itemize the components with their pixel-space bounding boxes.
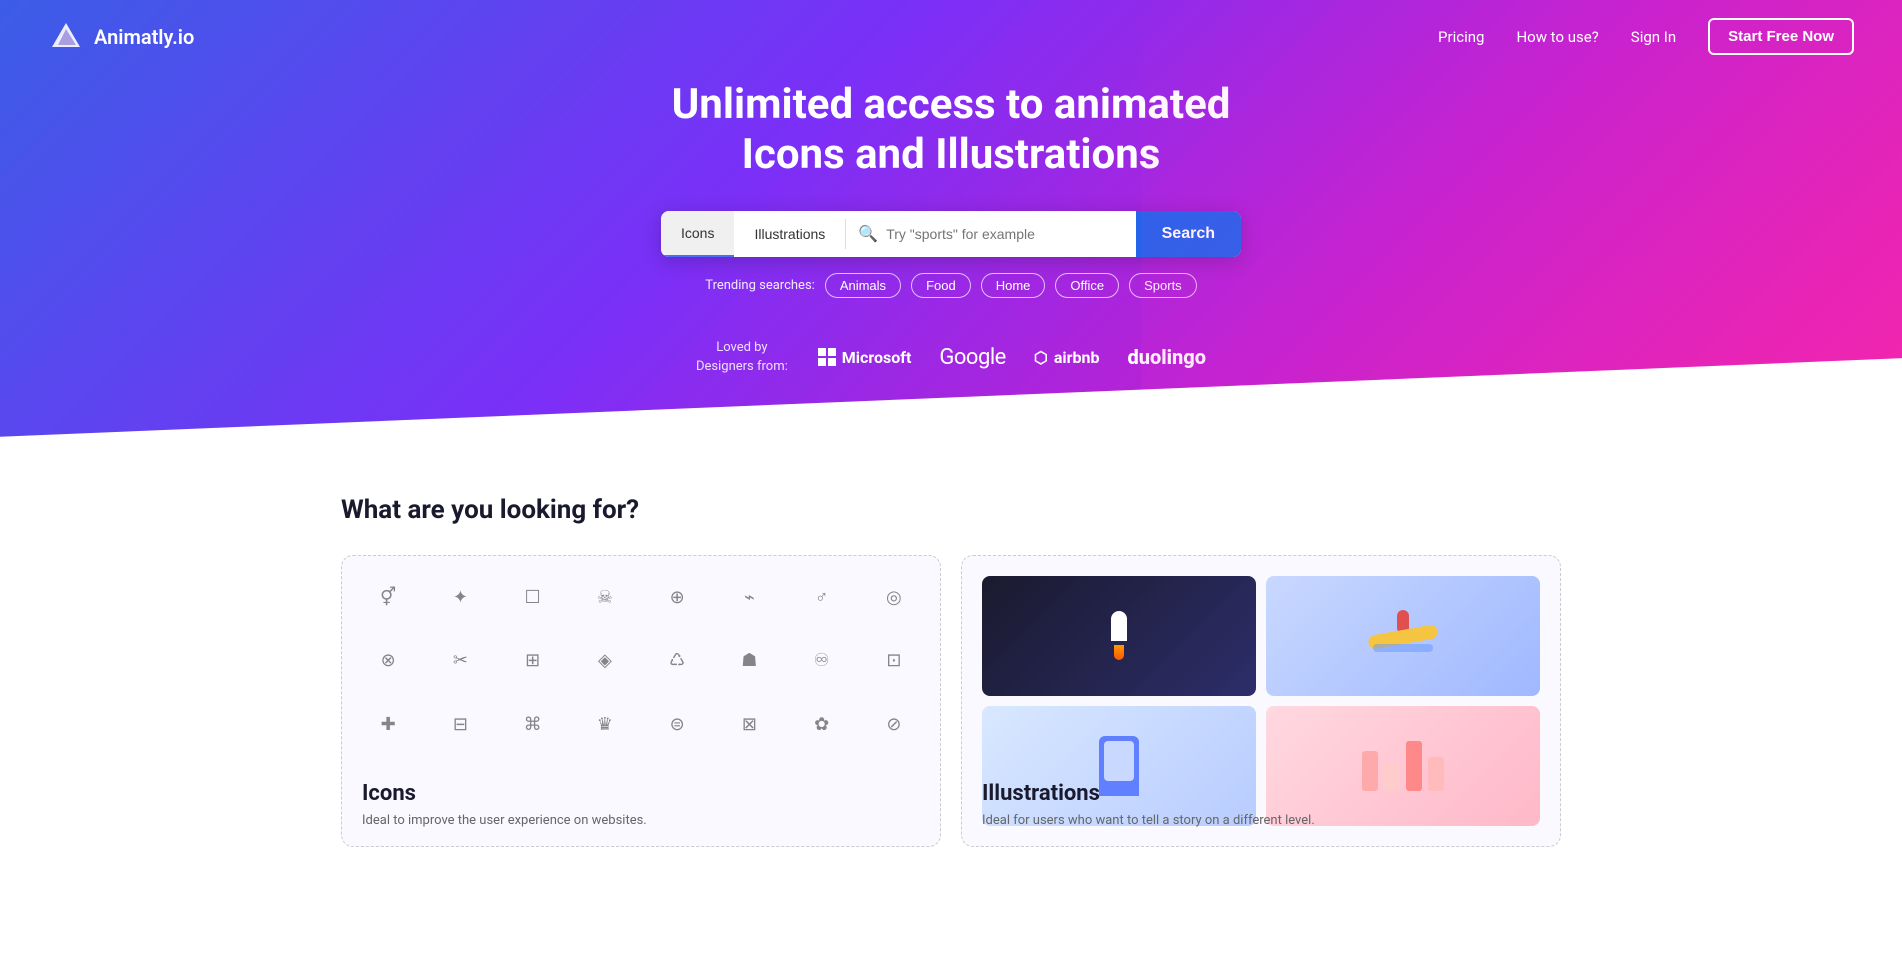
- wave: [1373, 644, 1433, 652]
- icon-item: ⊟: [453, 714, 468, 735]
- icon-item: ♾: [814, 650, 830, 671]
- shopping-illustration: [1354, 733, 1452, 799]
- surf-illustration: [1363, 606, 1443, 666]
- trending-searches: Trending searches: Animals Food Home Off…: [705, 273, 1196, 298]
- icon-item: ✿: [814, 714, 829, 735]
- google-logo: Google: [939, 345, 1005, 370]
- icon-item: ⊗: [381, 650, 396, 671]
- icon-scatter: ⚥ ✦ ☐ ☠ ⊕ ⌁ ♂ ◎ ⊗ ✂ ⊞ ◈ ♺ ☗ ♾ ⊡ ✚: [342, 556, 940, 766]
- icons-card-subtitle: Ideal to improve the user experience on …: [362, 813, 920, 828]
- illustrations-card[interactable]: Illustrations Ideal for users who want t…: [961, 555, 1561, 847]
- icon-item: ♛: [597, 714, 613, 735]
- illustrations-card-title: Illustrations: [982, 781, 1100, 806]
- illustrations-card-subtitle: Ideal for users who want to tell a story…: [982, 813, 1540, 828]
- phone-screen: [1104, 741, 1134, 781]
- shelf-item-4: [1428, 757, 1444, 791]
- rocket-illustration: [1111, 611, 1127, 660]
- icon-item: ♺: [669, 650, 685, 671]
- icon-item: ⚥: [380, 587, 396, 608]
- icon-item: ♂: [815, 587, 829, 608]
- shelf-item-1: [1362, 751, 1378, 791]
- trending-pill-food[interactable]: Food: [911, 273, 971, 298]
- duolingo-logo: duolingo: [1127, 345, 1206, 369]
- icon-item: ⌘: [524, 714, 542, 735]
- airbnb-icon: ⬡: [1034, 348, 1048, 367]
- nav-pricing[interactable]: Pricing: [1438, 28, 1484, 46]
- illus-preview-space: [982, 576, 1256, 696]
- icons-card-title: Icons: [362, 781, 416, 806]
- microsoft-grid-icon: [818, 348, 836, 366]
- icon-item: ✚: [381, 714, 396, 735]
- loved-by-section: Loved by Designers from: Microsoft Googl…: [696, 338, 1206, 377]
- icon-item: ◎: [886, 587, 902, 608]
- phone-shape: [1099, 736, 1139, 796]
- hero-title: Unlimited access to animated Icons and I…: [672, 80, 1231, 181]
- icon-item: ⊕: [670, 587, 685, 608]
- search-tabs: Icons Illustrations: [661, 211, 845, 257]
- icon-item: ⊘: [886, 714, 901, 735]
- tab-icons[interactable]: Icons: [661, 211, 734, 257]
- trending-pill-home[interactable]: Home: [981, 273, 1046, 298]
- cards-row: ⚥ ✦ ☐ ☠ ⊕ ⌁ ♂ ◎ ⊗ ✂ ⊞ ◈ ♺ ☗ ♾ ⊡ ✚: [341, 555, 1561, 847]
- icon-item: ✦: [453, 587, 468, 608]
- trending-pill-office[interactable]: Office: [1055, 273, 1119, 298]
- icon-item: ◈: [598, 650, 612, 671]
- icon-item: ☐: [525, 587, 541, 608]
- logo-icon: [48, 19, 84, 55]
- illus-preview-surf: [1266, 576, 1540, 696]
- lower-section: What are you looking for? ⚥ ✦ ☐ ☠ ⊕ ⌁ ♂ …: [0, 435, 1902, 887]
- section-title: What are you looking for?: [341, 495, 1561, 525]
- trending-pill-animals[interactable]: Animals: [825, 273, 901, 298]
- trending-pill-sports[interactable]: Sports: [1129, 273, 1197, 298]
- icons-card[interactable]: ⚥ ✦ ☐ ☠ ⊕ ⌁ ♂ ◎ ⊗ ✂ ⊞ ◈ ♺ ☗ ♾ ⊡ ✚: [341, 555, 941, 847]
- nav-how-to-use[interactable]: How to use?: [1516, 28, 1598, 46]
- illus-preview-delivery: [982, 706, 1256, 826]
- header: Animatly.io Pricing How to use? Sign In …: [0, 0, 1902, 73]
- icon-item: ⊠: [742, 714, 757, 735]
- nav: Pricing How to use? Sign In Start Free N…: [1438, 18, 1854, 55]
- shelf-item-3: [1406, 741, 1422, 791]
- icon-item: ⊜: [670, 714, 685, 735]
- rocket-body: [1111, 611, 1127, 641]
- brand-logos: Microsoft Google ⬡ airbnb duolingo: [818, 345, 1206, 370]
- delivery-illustration: [1099, 736, 1139, 796]
- loved-by-label: Loved by Designers from:: [696, 338, 788, 377]
- trending-label: Trending searches:: [705, 278, 815, 293]
- search-icon: 🔍: [858, 224, 878, 243]
- tab-illustrations[interactable]: Illustrations: [734, 211, 845, 257]
- airbnb-logo: ⬡ airbnb: [1034, 348, 1100, 367]
- search-input[interactable]: [886, 226, 1123, 242]
- icon-item: ☗: [741, 650, 757, 671]
- logo[interactable]: Animatly.io: [48, 19, 194, 55]
- icon-item: ✂: [453, 650, 468, 671]
- shelf-item-2: [1384, 763, 1400, 791]
- search-input-area: 🔍: [846, 224, 1135, 243]
- rocket-flame: [1114, 645, 1124, 660]
- icon-item: ⌁: [744, 587, 755, 608]
- what-looking-container: What are you looking for? ⚥ ✦ ☐ ☠ ⊕ ⌁ ♂ …: [301, 495, 1601, 847]
- icon-item: ⊡: [886, 650, 901, 671]
- icon-item: ☠: [597, 587, 613, 608]
- illus-preview-shopping: [1266, 706, 1540, 826]
- search-bar: Icons Illustrations 🔍 Search: [661, 211, 1241, 257]
- start-free-now-button[interactable]: Start Free Now: [1708, 18, 1854, 55]
- microsoft-logo: Microsoft: [818, 348, 912, 367]
- nav-sign-in[interactable]: Sign In: [1631, 28, 1676, 46]
- icon-item: ⊞: [525, 650, 540, 671]
- logo-text: Animatly.io: [94, 25, 194, 49]
- search-button[interactable]: Search: [1136, 211, 1241, 257]
